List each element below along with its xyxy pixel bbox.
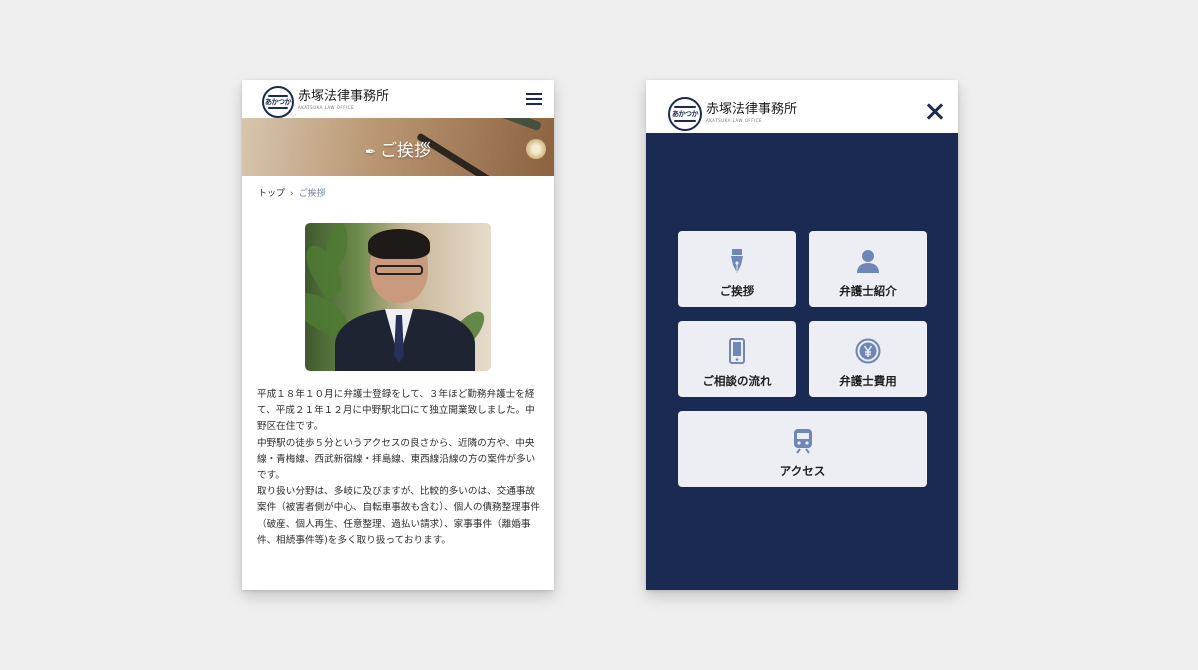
site-logo[interactable]: 赤塚法律事務所 AKATSUKA LAW OFFICE xyxy=(706,102,798,124)
menu-tile-lawyer-profile[interactable]: 弁護士紹介 xyxy=(809,231,927,307)
page-hero-banner: ✒ ご挨拶 xyxy=(242,118,554,176)
logo-emblem-text: あかつか xyxy=(672,110,699,118)
logo-name: 赤塚法律事務所 xyxy=(706,102,798,117)
navigation-menu-screen: あかつか 赤塚法律事務所 AKATSUKA LAW OFFICE ご挨拶 弁護士… xyxy=(646,80,958,590)
lawyer-portrait-photo xyxy=(305,223,491,371)
menu-tile-label: アクセス xyxy=(779,464,826,478)
smartphone-icon xyxy=(723,337,751,365)
menu-tile-label: ご挨拶 xyxy=(719,284,755,298)
greeting-text: 平成１８年１０月に弁護士登録をして、３年ほど勤務弁護士を経て、平成２１年１２月に… xyxy=(257,387,541,549)
logo-emblem-text: あかつか xyxy=(265,98,292,106)
logo-wave-decoration xyxy=(674,106,696,108)
page-title-text: ご挨拶 xyxy=(379,141,431,161)
fountain-pen-icon: ✒ xyxy=(365,145,376,160)
breadcrumb-home-link[interactable]: トップ xyxy=(258,189,285,199)
logo-wave-decoration xyxy=(268,107,288,109)
close-icon[interactable] xyxy=(926,102,944,120)
menu-tile-consultation-flow[interactable]: ご相談の流れ xyxy=(678,321,796,397)
menu-tile-label: 弁護士費用 xyxy=(839,374,897,388)
site-header: あかつか 赤塚法律事務所 AKATSUKA LAW OFFICE xyxy=(646,80,958,133)
chevron-right-icon: › xyxy=(290,189,294,199)
breadcrumb: トップ › ご挨拶 xyxy=(258,186,326,199)
logo-emblem[interactable]: あかつか xyxy=(262,86,294,118)
menu-tile-label: 弁護士紹介 xyxy=(839,284,897,298)
menu-tile-greeting[interactable]: ご挨拶 xyxy=(678,231,796,307)
site-header: あかつか 赤塚法律事務所 AKATSUKA LAW OFFICE xyxy=(242,80,554,118)
logo-emblem[interactable]: あかつか xyxy=(668,97,702,131)
menu-tile-label: ご相談の流れ xyxy=(702,374,772,388)
person-icon xyxy=(854,247,882,275)
logo-wave-decoration xyxy=(268,95,288,97)
train-icon xyxy=(789,427,817,455)
fountain-pen-icon xyxy=(723,247,751,275)
greeting-paragraph: 取り扱い分野は、多岐に及びますが、比較的多いのは、交通事故案件（被害者側が中心、… xyxy=(257,486,541,546)
logo-subtitle: AKATSUKA LAW OFFICE xyxy=(706,118,762,123)
breadcrumb-current: ご挨拶 xyxy=(298,189,326,199)
hero-pen-decoration xyxy=(491,118,543,132)
site-logo[interactable]: 赤塚法律事務所 AKATSUKA LAW OFFICE xyxy=(298,89,390,111)
greeting-paragraph: 中野駅の徒歩５分というアクセスの良さから、近隣の方や、中央線・青梅線、西武新宿線… xyxy=(257,437,536,482)
menu-tile-fees[interactable]: 弁護士費用 xyxy=(809,321,927,397)
yen-coin-icon xyxy=(854,337,882,365)
logo-subtitle: AKATSUKA LAW OFFICE xyxy=(298,105,354,110)
greeting-page-screen: あかつか 赤塚法律事務所 AKATSUKA LAW OFFICE ✒ ご挨拶 トッ… xyxy=(242,80,554,590)
menu-tile-access[interactable]: アクセス xyxy=(678,411,927,487)
logo-name: 赤塚法律事務所 xyxy=(298,89,390,104)
greeting-paragraph: 平成１８年１０月に弁護士登録をして、３年ほど勤務弁護士を経て、平成２１年１２月に… xyxy=(257,389,535,433)
hamburger-icon[interactable] xyxy=(526,93,542,105)
page-title: ✒ ご挨拶 xyxy=(242,136,554,161)
logo-wave-decoration xyxy=(674,120,696,122)
